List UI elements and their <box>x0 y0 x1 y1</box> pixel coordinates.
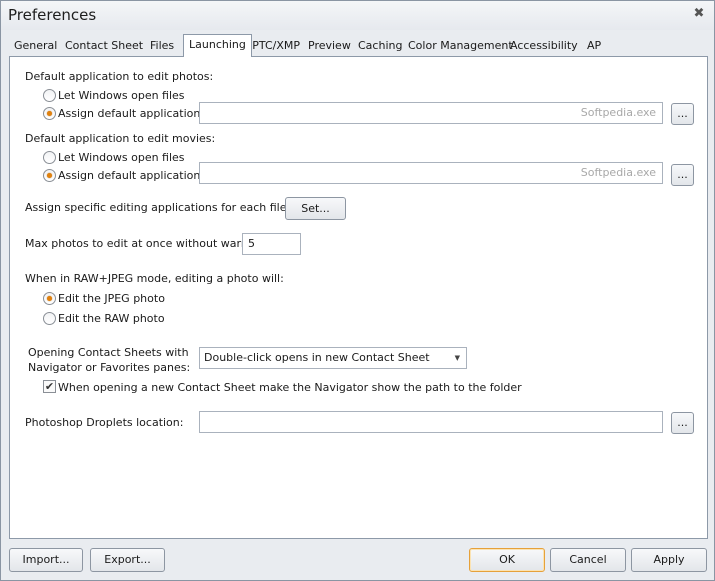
photos-radio-windows-label: Let Windows open files <box>58 89 185 102</box>
max-photos-label: Max photos to edit at once without warni… <box>25 237 269 250</box>
photos-radio-assign[interactable] <box>43 107 56 120</box>
droplets-browse-button[interactable]: ... <box>671 412 694 434</box>
movies-app-field[interactable]: Softpedia.exe <box>199 162 663 184</box>
photos-radio-windows[interactable] <box>43 89 56 102</box>
contact-sheet-open-value: Double-click opens in new Contact Sheet <box>204 351 430 364</box>
tab-ap[interactable]: AP <box>582 38 606 56</box>
photos-browse-button[interactable]: ... <box>671 103 694 125</box>
navigator-path-checkbox[interactable]: ✔ <box>43 380 56 393</box>
droplets-location-field[interactable] <box>199 411 663 433</box>
contact-sheet-open-select[interactable]: Double-click opens in new Contact Sheet … <box>199 347 467 369</box>
radio-edit-jpeg-label: Edit the JPEG photo <box>58 292 165 305</box>
radio-edit-raw-label: Edit the RAW photo <box>58 312 165 325</box>
contact-sheets-label-line2: Navigator or Favorites panes: <box>28 361 191 374</box>
filetype-label: Assign specific editing applications for… <box>25 201 319 214</box>
chevron-down-icon: ▼ <box>454 354 460 362</box>
export-button[interactable]: Export... <box>90 548 165 572</box>
movies-radio-windows[interactable] <box>43 151 56 164</box>
radio-edit-raw[interactable] <box>43 312 56 325</box>
tab-preview[interactable]: Preview <box>303 38 356 56</box>
max-photos-input[interactable]: 5 <box>242 233 301 255</box>
photos-heading: Default application to edit photos: <box>25 70 214 83</box>
photos-radio-assign-label: Assign default application: <box>58 107 205 120</box>
movies-browse-button[interactable]: ... <box>671 164 694 186</box>
tab-iptc-xmp[interactable]: IPTC/XMP <box>244 38 305 56</box>
window-title: Preferences <box>8 6 97 24</box>
preferences-dialog: Preferences ✖ General Contact Sheet File… <box>0 0 715 581</box>
tab-caching[interactable]: Caching <box>353 38 407 56</box>
movies-radio-assign[interactable] <box>43 169 56 182</box>
apply-button[interactable]: Apply <box>631 548 707 572</box>
tab-contact-sheet[interactable]: Contact Sheet <box>60 38 148 56</box>
movies-radio-assign-label: Assign default application: <box>58 169 205 182</box>
movies-heading: Default application to edit movies: <box>25 132 216 145</box>
droplets-label: Photoshop Droplets location: <box>25 416 184 429</box>
movies-radio-windows-label: Let Windows open files <box>58 151 185 164</box>
tab-color-management[interactable]: Color Management <box>403 38 518 56</box>
radio-edit-jpeg[interactable] <box>43 292 56 305</box>
tab-accessibility[interactable]: Accessibility <box>505 38 583 56</box>
navigator-path-checkbox-label: When opening a new Contact Sheet make th… <box>58 381 522 394</box>
tab-files[interactable]: Files <box>145 38 179 56</box>
close-icon[interactable]: ✖ <box>692 7 706 21</box>
ok-button[interactable]: OK <box>469 548 545 572</box>
raw-jpeg-heading: When in RAW+JPEG mode, editing a photo w… <box>25 272 284 285</box>
photos-app-field[interactable]: Softpedia.exe <box>199 102 663 124</box>
import-button[interactable]: Import... <box>9 548 83 572</box>
launching-panel: Default application to edit photos: Let … <box>9 56 708 539</box>
tab-launching[interactable]: Launching <box>183 34 252 57</box>
tab-general[interactable]: General <box>9 38 62 56</box>
cancel-button[interactable]: Cancel <box>550 548 626 572</box>
contact-sheets-label-line1: Opening Contact Sheets with <box>28 346 189 359</box>
title-bar: Preferences ✖ <box>1 1 714 30</box>
set-button[interactable]: Set... <box>285 197 346 220</box>
